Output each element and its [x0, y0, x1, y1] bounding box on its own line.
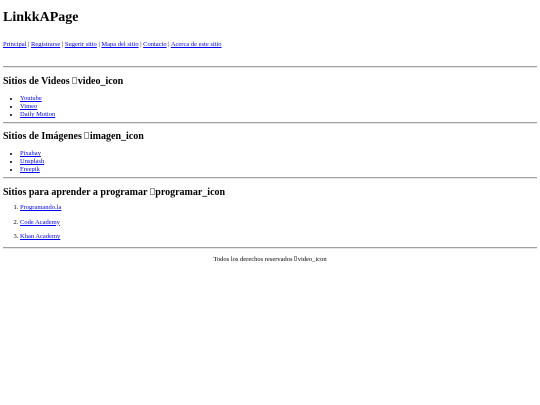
- list-item: Pixabay: [20, 150, 537, 158]
- section-title-programming: Sitios para aprender a programar program…: [3, 186, 537, 199]
- link-freepik[interactable]: Freepik: [20, 166, 40, 173]
- divider: [3, 246, 537, 249]
- nav-separator: |: [28, 41, 30, 48]
- link-daily-motion[interactable]: Daily Motion: [20, 111, 55, 118]
- list-item: Programando.la: [20, 201, 537, 216]
- image-icon: imagen_icon: [84, 131, 144, 142]
- section-programming: Sitios para aprender a programar program…: [3, 186, 537, 245]
- divider: [3, 177, 537, 179]
- footer: Todos los derechos reservados video_icon: [3, 255, 537, 264]
- list-item: Youtube: [20, 95, 537, 103]
- link-khan-academy[interactable]: Khan Academy: [20, 233, 60, 240]
- site-title: LinkkAPage: [3, 10, 79, 25]
- nav-separator: |: [140, 41, 142, 48]
- link-programando-la[interactable]: Programando.la: [20, 204, 61, 211]
- section-images: Sitios de Imágenes imagen_icon Pixabay U…: [3, 130, 537, 174]
- list-item: Vimeo: [20, 103, 537, 111]
- programming-icon: programar_icon: [150, 187, 225, 198]
- list-item: Freepik: [20, 166, 537, 174]
- page: LinkkAPage Principal | Registrarse | Sug…: [0, 0, 540, 405]
- nav-link-sugerir-sitio[interactable]: Sugerir sitio: [65, 41, 97, 48]
- image-links-list: Pixabay Unsplash Freepik: [3, 150, 537, 174]
- link-vimeo[interactable]: Vimeo: [20, 103, 37, 110]
- nav-link-registrarse[interactable]: Registrarse: [31, 41, 60, 48]
- nav-separator: |: [61, 41, 64, 48]
- nav-link-contacto[interactable]: Contacto: [143, 41, 166, 48]
- section-title-images: Sitios de Imágenes imagen_icon: [3, 130, 537, 143]
- divider: [3, 122, 537, 124]
- main-nav: Principal | Registrarse | Sugerir sitio …: [3, 40, 537, 49]
- footer-text: Todos los derechos reservados: [213, 255, 293, 263]
- nav-link-principal[interactable]: Principal: [3, 41, 26, 48]
- video-links-list: Youtube Vimeo Daily Motion: [3, 95, 537, 119]
- section-title-text: Sitios para aprender a programar: [3, 187, 148, 198]
- programming-links-list: Programando.la Code Academy Khan Academy: [3, 201, 537, 245]
- section-title-text: Sitios de Imágenes: [3, 131, 82, 142]
- section-videos: Sitios de Videos video_icon Youtube Vime…: [3, 75, 537, 119]
- link-code-academy[interactable]: Code Academy: [20, 219, 60, 226]
- list-item: Daily Motion: [20, 111, 537, 119]
- nav-separator: |: [168, 41, 170, 48]
- section-title-text: Sitios de Videos: [3, 76, 70, 87]
- link-pixabay[interactable]: Pixabay: [20, 150, 41, 157]
- section-title-videos: Sitios de Videos video_icon: [3, 75, 537, 88]
- link-youtube[interactable]: Youtube: [20, 95, 42, 102]
- video-icon: video_icon: [72, 76, 124, 87]
- nav-separator: |: [98, 41, 100, 48]
- nav-link-acerca[interactable]: Acerca de este sitio: [171, 41, 222, 48]
- list-item: Khan Academy: [20, 230, 537, 245]
- nav-link-mapa-del-sitio[interactable]: Mapa del sitio: [101, 41, 138, 48]
- link-unsplash[interactable]: Unsplash: [20, 158, 44, 165]
- list-item: Unsplash: [20, 158, 537, 166]
- divider: [3, 66, 537, 68]
- video-icon: video_icon: [294, 256, 327, 263]
- list-item: Code Academy: [20, 216, 537, 231]
